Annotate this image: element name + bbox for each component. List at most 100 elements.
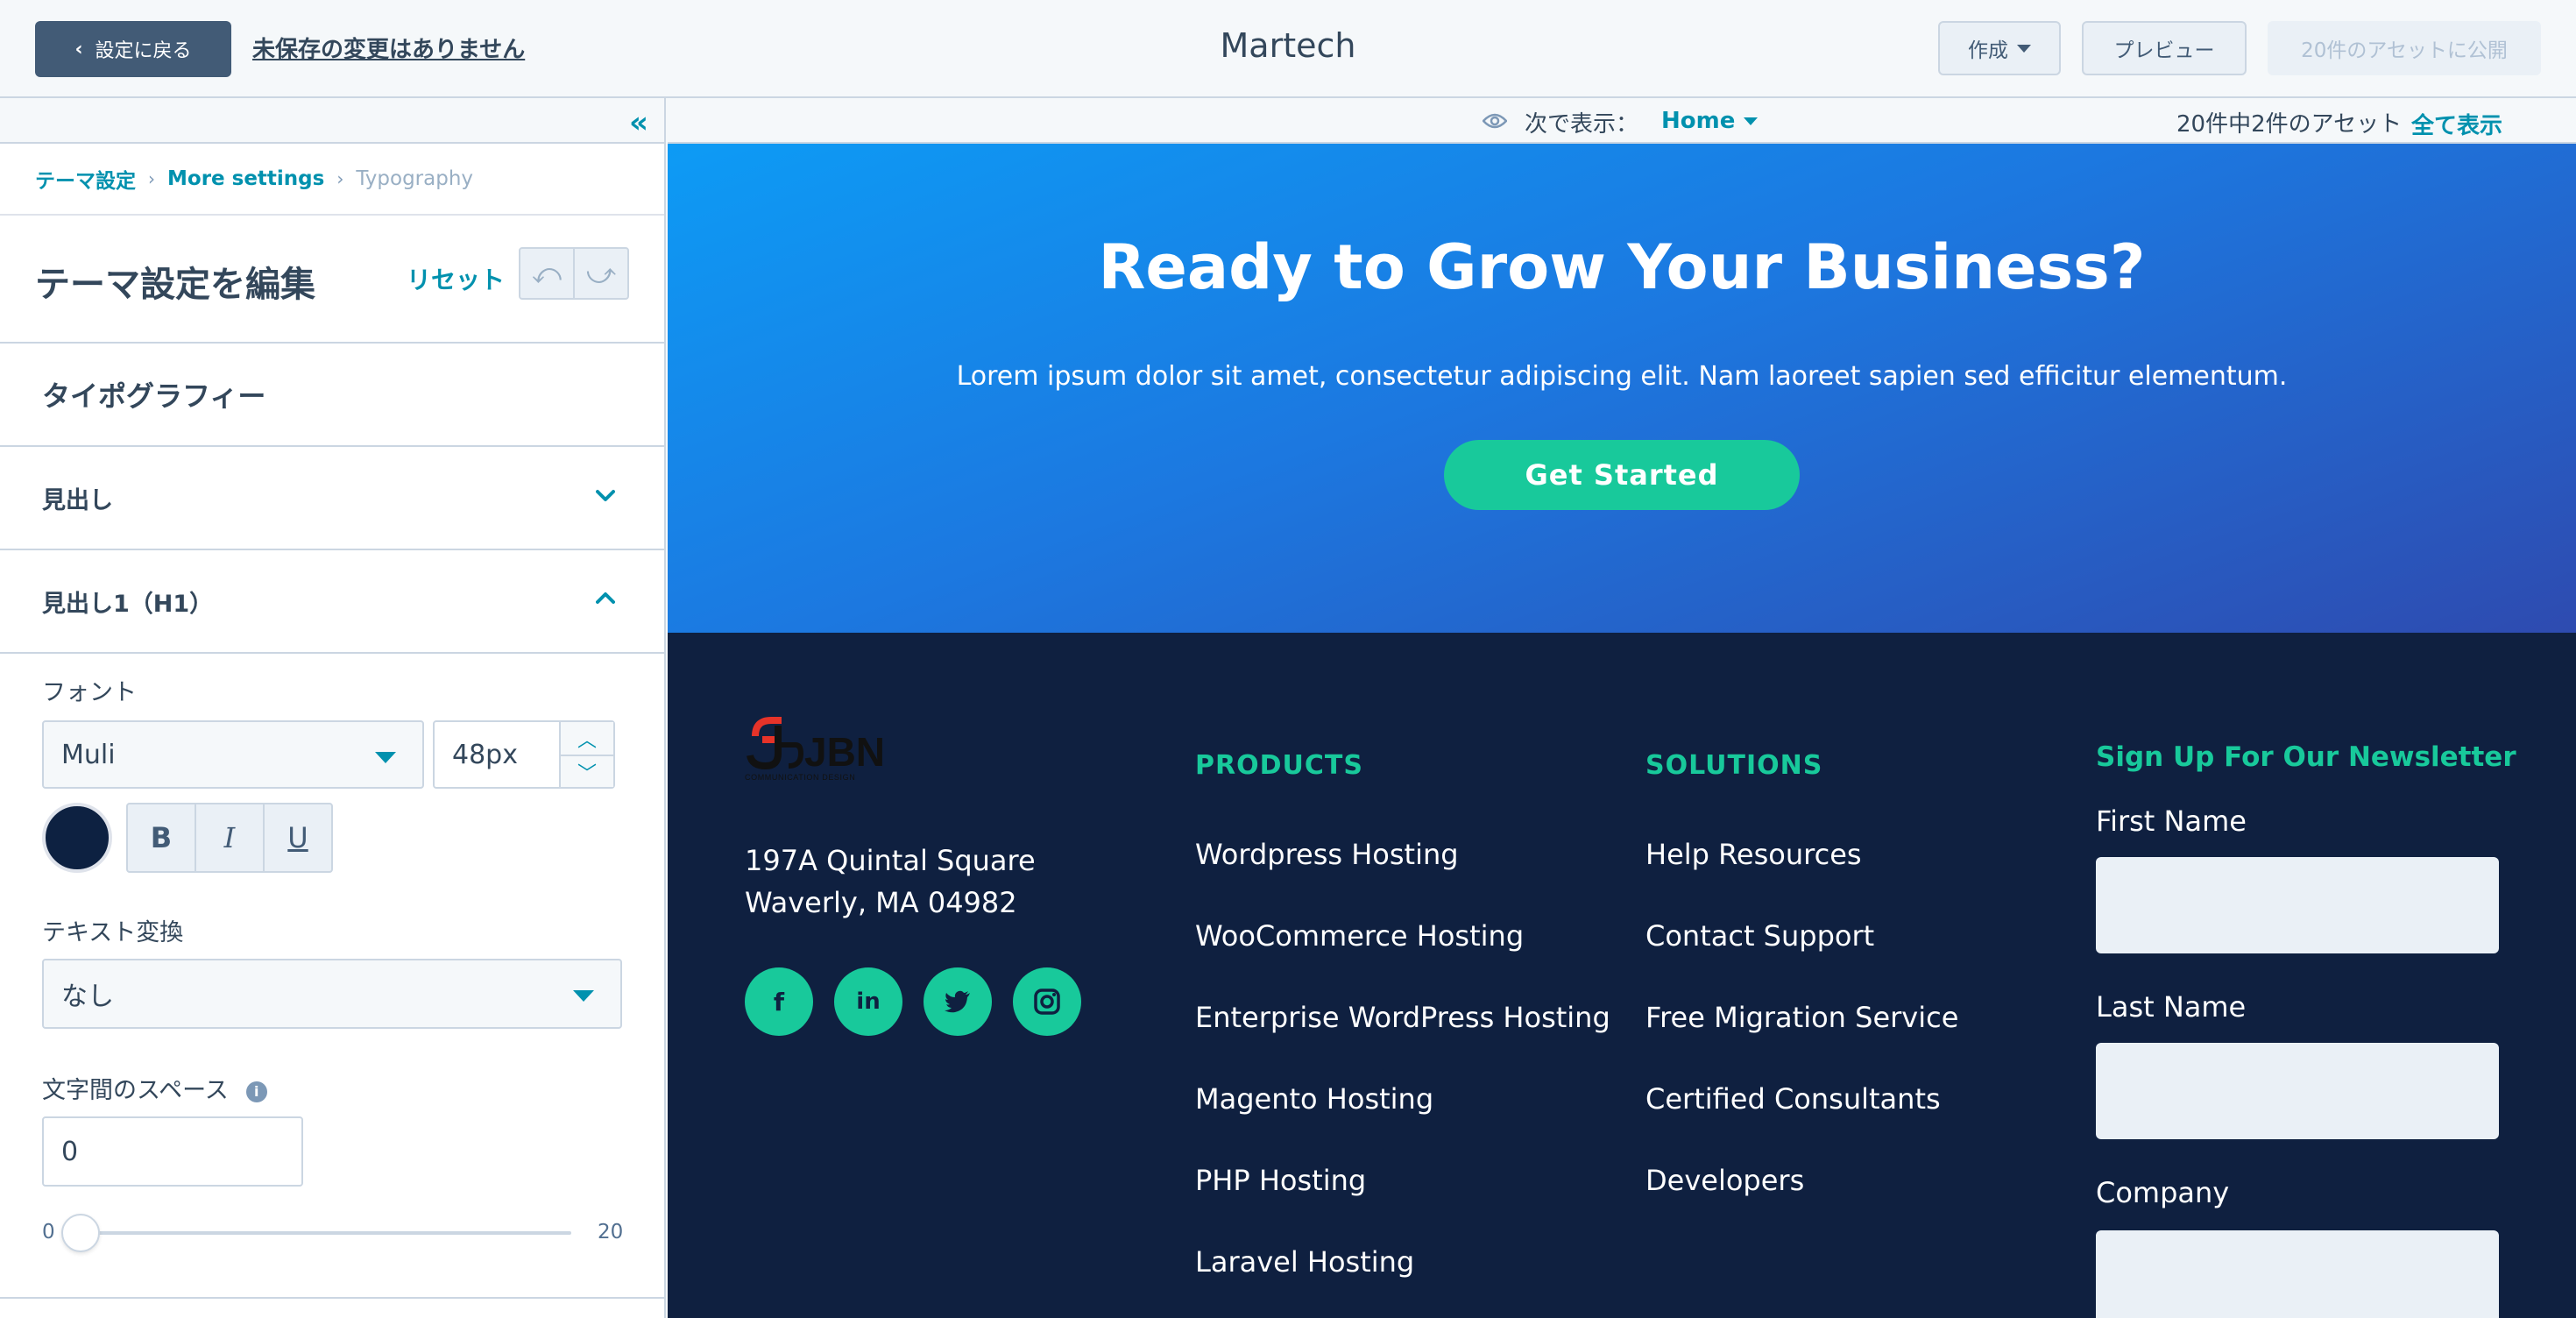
footer-link-solution[interactable]: Free Migration Service: [1645, 1001, 1958, 1082]
get-started-button[interactable]: Get Started: [1444, 440, 1800, 510]
info-icon[interactable]: i: [245, 1081, 267, 1102]
caret-down-icon: [573, 990, 594, 1002]
font-family-select[interactable]: Muli: [42, 720, 424, 789]
breadcrumb-theme-settings[interactable]: テーマ設定: [35, 164, 136, 194]
publish-button[interactable]: 20件のアセットに公開: [2268, 21, 2541, 75]
facebook-icon[interactable]: f: [745, 967, 813, 1036]
font-label: フォント: [42, 679, 137, 706]
address-line: Waverly, MA 04982: [745, 886, 1017, 919]
reset-button[interactable]: リセット: [407, 261, 505, 296]
typography-title: タイポグラフィー: [42, 379, 266, 413]
footer-link-product[interactable]: Laravel Hosting: [1195, 1245, 1610, 1318]
text-transform-value: なし: [61, 981, 114, 1012]
footer-link-solution[interactable]: Contact Support: [1645, 919, 1958, 1001]
footer-link-product[interactable]: Enterprise WordPress Hosting: [1195, 1001, 1610, 1082]
products-title: PRODUCTS: [1195, 750, 1363, 781]
last-name-field[interactable]: [2096, 1043, 2499, 1139]
view-as-value: Home: [1661, 108, 1736, 134]
accordion-h1-label: 見出し1（H1）: [42, 590, 214, 618]
footer-link-solution[interactable]: Developers: [1645, 1164, 1958, 1245]
logo-tagline: COMMUNICATION DESIGN: [745, 773, 855, 782]
italic-button[interactable]: I: [195, 804, 263, 871]
chevron-down-icon: [596, 490, 615, 501]
chevron-right-icon: ›: [148, 168, 155, 189]
text-transform-label: テキスト変換: [42, 919, 184, 946]
social-links: f in: [745, 967, 1081, 1036]
breadcrumb: テーマ設定 › More settings › Typography: [0, 144, 664, 216]
breadcrumb-more-settings[interactable]: More settings: [167, 167, 324, 190]
letter-spacing-value: 0: [61, 1136, 79, 1167]
letter-spacing-slider-track[interactable]: [81, 1231, 571, 1235]
caret-down-icon: [2017, 44, 2031, 53]
accordion-headings[interactable]: 見出し: [0, 447, 664, 550]
view-as-dropdown[interactable]: Home: [1661, 108, 1759, 134]
top-bar: ‹ 設定に戻る 未保存の変更はありません Martech 作成 プレビュー 20…: [0, 0, 2576, 98]
twitter-bird-shape: [945, 990, 970, 1013]
solutions-title: SOLUTIONS: [1645, 750, 1823, 781]
preview-toolbar: 次で表示： Home 20件中2件のアセット 全て表示: [668, 98, 2576, 144]
letter-spacing-slider-handle[interactable]: [61, 1214, 100, 1252]
twitter-icon[interactable]: [924, 967, 992, 1036]
stepper-up-icon[interactable]: ︿: [561, 722, 613, 755]
preview-button[interactable]: プレビュー: [2082, 21, 2247, 75]
typography-section-header: タイポグラフィー: [0, 344, 664, 447]
logo-text: JBN: [804, 729, 885, 775]
create-button[interactable]: 作成: [1938, 21, 2061, 75]
hero-section[interactable]: Ready to Grow Your Business? Lorem ipsum…: [668, 144, 2576, 633]
page-title: Martech: [1220, 26, 1356, 65]
bold-button[interactable]: B: [128, 804, 195, 871]
edit-theme-title: テーマ設定を編集: [35, 265, 315, 305]
font-size-stepper: ︿ ﹀: [559, 722, 613, 787]
accordion-headings-label: 見出し: [42, 486, 113, 514]
edit-header: テーマ設定を編集 リセット ⤺ ⤻: [0, 216, 664, 344]
font-family-value: Muli: [61, 739, 116, 770]
collapse-row: ‹‹: [0, 98, 664, 144]
show-all-link[interactable]: 全て表示: [2411, 108, 2502, 140]
solutions-list: Help Resources Contact Support Free Migr…: [1645, 838, 1958, 1245]
redo-icon[interactable]: ⤻: [573, 249, 627, 298]
unsaved-changes-link[interactable]: 未保存の変更はありません: [252, 32, 525, 64]
create-button-label: 作成: [1968, 39, 2008, 62]
asset-count: 20件中2件のアセット: [2176, 111, 2403, 138]
font-style-group: B I U: [126, 803, 333, 873]
chevron-right-icon: ›: [336, 168, 344, 189]
instagram-camera-shape: [1034, 988, 1060, 1015]
undo-icon[interactable]: ⤺: [520, 249, 573, 298]
footer-link-product[interactable]: PHP Hosting: [1195, 1164, 1610, 1245]
footer-link-product[interactable]: Magento Hosting: [1195, 1082, 1610, 1164]
letter-spacing-label: 文字間のスペース: [42, 1077, 229, 1104]
text-transform-select[interactable]: なし: [42, 959, 622, 1029]
undo-redo-group: ⤺ ⤻: [519, 247, 629, 300]
address: 197A Quintal Square Waverly, MA 04982: [745, 840, 1036, 924]
caret-down-icon: [1744, 117, 1759, 125]
company-field[interactable]: [2096, 1230, 2499, 1318]
linkedin-icon[interactable]: in: [834, 967, 902, 1036]
footer-link-product[interactable]: WooCommerce Hosting: [1195, 919, 1610, 1001]
address-line: 197A Quintal Square: [745, 844, 1036, 877]
underline-button[interactable]: U: [263, 804, 331, 871]
instagram-icon[interactable]: [1013, 967, 1081, 1036]
slider-min-label: 0: [42, 1221, 55, 1244]
back-button-label: 設定に戻る: [95, 40, 192, 62]
font-size-input[interactable]: 48px ︿ ﹀: [433, 720, 615, 789]
footer-section[interactable]: JBN COMMUNICATION DESIGN 197A Quintal Sq…: [668, 633, 2576, 1318]
accordion-h1[interactable]: 見出し1（H1）: [0, 550, 664, 654]
chevron-up-icon: [596, 592, 615, 604]
footer-link-solution[interactable]: Help Resources: [1645, 838, 1958, 919]
font-color-swatch[interactable]: [42, 803, 112, 873]
products-list: Wordpress Hosting WooCommerce Hosting En…: [1195, 838, 1610, 1318]
letter-spacing-input[interactable]: 0: [42, 1116, 303, 1187]
back-to-settings-button[interactable]: ‹ 設定に戻る: [35, 21, 231, 77]
footer-link-solution[interactable]: Certified Consultants: [1645, 1082, 1958, 1164]
first-name-field[interactable]: [2096, 857, 2499, 953]
eye-icon: [1483, 113, 1507, 129]
last-name-label: Last Name: [2096, 990, 2247, 1024]
newsletter-title: Sign Up For Our Newsletter: [2096, 741, 2516, 773]
company-label: Company: [2096, 1176, 2230, 1209]
company-logo: JBN COMMUNICATION DESIGN: [743, 710, 901, 792]
stepper-down-icon[interactable]: ﹀: [561, 755, 613, 787]
double-chevron-left-icon[interactable]: ‹‹: [629, 105, 648, 140]
first-name-label: First Name: [2096, 804, 2247, 838]
hero-subtitle: Lorem ipsum dolor sit amet, consectetur …: [956, 361, 2288, 392]
footer-link-product[interactable]: Wordpress Hosting: [1195, 838, 1610, 919]
